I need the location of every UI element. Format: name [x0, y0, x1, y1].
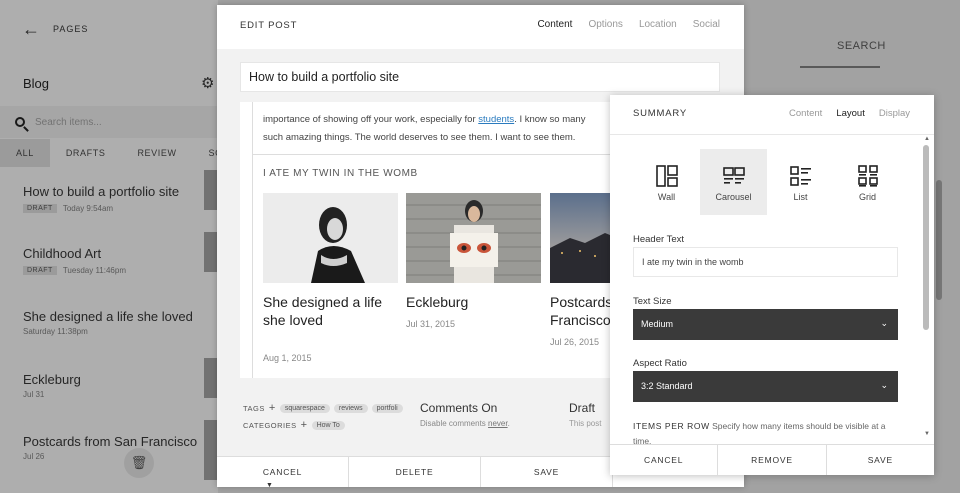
status-setting[interactable]: Draft This post: [569, 401, 601, 428]
panel-header: SUMMARY Content Layout Display: [610, 95, 934, 135]
header-text-input[interactable]: I ate my twin in the womb: [633, 247, 898, 277]
layout-list[interactable]: List: [767, 149, 834, 215]
cancel-button[interactable]: CANCEL: [217, 457, 349, 487]
layout-carousel[interactable]: Carousel: [700, 149, 767, 215]
tag-pill[interactable]: squarespace: [279, 403, 330, 413]
aspect-ratio-value: 3:2 Standard: [641, 381, 693, 391]
layout-grid[interactable]: Grid: [834, 149, 901, 215]
scrollbar[interactable]: [936, 180, 942, 300]
aspect-ratio-select[interactable]: 3:2 Standard ⌄: [633, 371, 898, 402]
dialog-header: EDIT POST Content Options Location Socia…: [217, 5, 744, 49]
aspect-ratio-label: Aspect Ratio: [633, 358, 687, 369]
tag-pill[interactable]: reviews: [333, 403, 368, 413]
grid-icon: [857, 165, 878, 187]
text-size-select[interactable]: Medium ⌄: [633, 309, 898, 340]
wall-icon: [655, 165, 678, 187]
body-text[interactable]: importance of showing off your work, esp…: [263, 111, 623, 147]
header-text-label: Header Text: [633, 234, 685, 245]
text-size-value: Medium: [641, 319, 674, 329]
chevron-down-icon: ▼: [266, 482, 273, 489]
layout-options: Wall Carousel List Grid: [633, 149, 901, 215]
comments-setting[interactable]: Comments On Disable comments never.: [420, 401, 510, 428]
cancel-button[interactable]: CANCEL: [610, 445, 719, 475]
delete-button[interactable]: DELETE: [349, 457, 481, 487]
dialog-title: EDIT POST: [240, 20, 298, 31]
layout-label: Carousel: [715, 192, 752, 202]
carousel-icon: [722, 167, 745, 184]
summary-block-editor: SUMMARY Content Layout Display ▲ ▼ Wall …: [610, 95, 934, 475]
comments-subtitle: Disable comments never.: [420, 419, 510, 428]
tab-display[interactable]: Display: [879, 108, 910, 119]
tags-label: TAGS: [243, 403, 265, 413]
tab-content[interactable]: Content: [537, 19, 572, 30]
students-link[interactable]: students: [478, 114, 514, 125]
tag-pill[interactable]: portfoli: [371, 403, 403, 413]
panel-footer: CANCEL REMOVE SAVE: [610, 444, 934, 475]
carousel-date: Jul 31, 2015: [406, 319, 456, 329]
panel-title: SUMMARY: [633, 108, 687, 119]
chevron-down-icon: ⌄: [880, 380, 888, 390]
status-subtitle: This post: [569, 419, 602, 428]
dialog-tabs: Content Options Location Social: [537, 19, 720, 30]
tags-row: TAGS + squarespace reviews portfoli: [243, 402, 403, 414]
layout-label: Wall: [657, 192, 676, 202]
status-title: Draft: [569, 401, 596, 415]
comments-never-link[interactable]: never: [488, 419, 508, 428]
list-icon: [789, 166, 811, 186]
carousel-title: She designed a life she loved: [263, 294, 383, 328]
items-per-row-label: ITEMS PER ROW: [633, 421, 710, 431]
scroll-up-icon[interactable]: ▲: [924, 136, 930, 142]
save-button[interactable]: SAVE: [827, 445, 934, 475]
carousel-item[interactable]: She designed a life she loved: [263, 193, 398, 329]
remove-button[interactable]: REMOVE: [718, 445, 827, 475]
block-guide: [252, 102, 253, 378]
text-size-label: Text Size: [633, 296, 672, 307]
carousel-item[interactable]: Eckleburg Jul 31, 2015: [406, 193, 541, 329]
layout-wall[interactable]: Wall: [633, 149, 700, 215]
layout-label: Grid: [858, 192, 876, 202]
panel-scrollbar[interactable]: [923, 145, 929, 330]
add-tag-icon[interactable]: +: [269, 402, 276, 414]
tab-location[interactable]: Location: [639, 19, 677, 30]
categories-label: CATEGORIES: [243, 420, 297, 430]
panel-tabs: Content Layout Display: [789, 108, 910, 119]
tab-content[interactable]: Content: [789, 108, 822, 119]
tab-options[interactable]: Options: [588, 19, 622, 30]
category-pill[interactable]: How To: [311, 420, 345, 430]
carousel-title: Eckleburg: [406, 294, 469, 310]
tab-layout[interactable]: Layout: [836, 108, 865, 119]
chevron-down-icon: ⌄: [880, 318, 888, 328]
tab-social[interactable]: Social: [693, 19, 720, 30]
post-image: [263, 193, 398, 283]
post-image: [406, 193, 541, 283]
comments-title: Comments On: [420, 401, 498, 415]
carousel-date: Aug 1, 2015: [263, 353, 312, 363]
summary-block-header: I ATE MY TWIN IN THE WOMB: [263, 168, 418, 179]
layout-label: List: [793, 192, 808, 202]
scroll-down-icon[interactable]: ▼: [924, 431, 930, 437]
post-title-input[interactable]: How to build a portfolio site: [240, 62, 720, 92]
add-category-icon[interactable]: +: [301, 419, 308, 431]
categories-row: CATEGORIES + How To: [243, 419, 345, 431]
save-button[interactable]: SAVE: [481, 457, 613, 487]
